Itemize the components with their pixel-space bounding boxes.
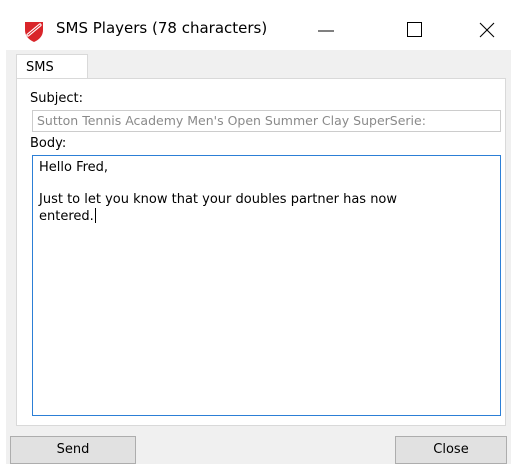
body-line: Hello Fred, — [39, 160, 109, 175]
body-line: Just to let you know that your doubles p… — [39, 192, 398, 207]
close-icon — [479, 22, 495, 38]
close-button[interactable]: Close — [395, 436, 507, 464]
title-bar[interactable]: SMS Players (78 characters) — [0, 10, 517, 50]
window-title: SMS Players (78 characters) — [56, 19, 268, 37]
body-line-text: entered. — [39, 209, 94, 224]
shield-logo-icon — [22, 19, 46, 43]
dialog-client-area: SMS Subject: Sutton Tennis Academy Men's… — [6, 50, 511, 464]
tab-sms[interactable]: SMS — [16, 54, 88, 79]
body-blank-line — [39, 176, 494, 192]
text-caret — [94, 208, 96, 223]
sms-players-window: SMS Players (78 characters) SMS Subject:… — [0, 0, 517, 470]
subject-label: Subject: — [30, 91, 83, 106]
close-window-button[interactable] — [456, 10, 516, 50]
body-label: Body: — [30, 136, 67, 151]
minimize-icon — [318, 30, 334, 32]
minimize-button[interactable] — [296, 10, 356, 50]
tab-strip: SMS — [6, 50, 511, 79]
maximize-icon — [407, 22, 422, 37]
sms-tab-panel: Subject: Sutton Tennis Academy Men's Ope… — [16, 78, 506, 426]
send-button[interactable]: Send — [10, 436, 136, 464]
subject-field[interactable]: Sutton Tennis Academy Men's Open Summer … — [32, 110, 501, 132]
body-textarea[interactable]: Hello Fred, Just to let you know that yo… — [32, 155, 501, 416]
maximize-button[interactable] — [386, 10, 446, 50]
body-line-last: entered. — [39, 208, 494, 225]
